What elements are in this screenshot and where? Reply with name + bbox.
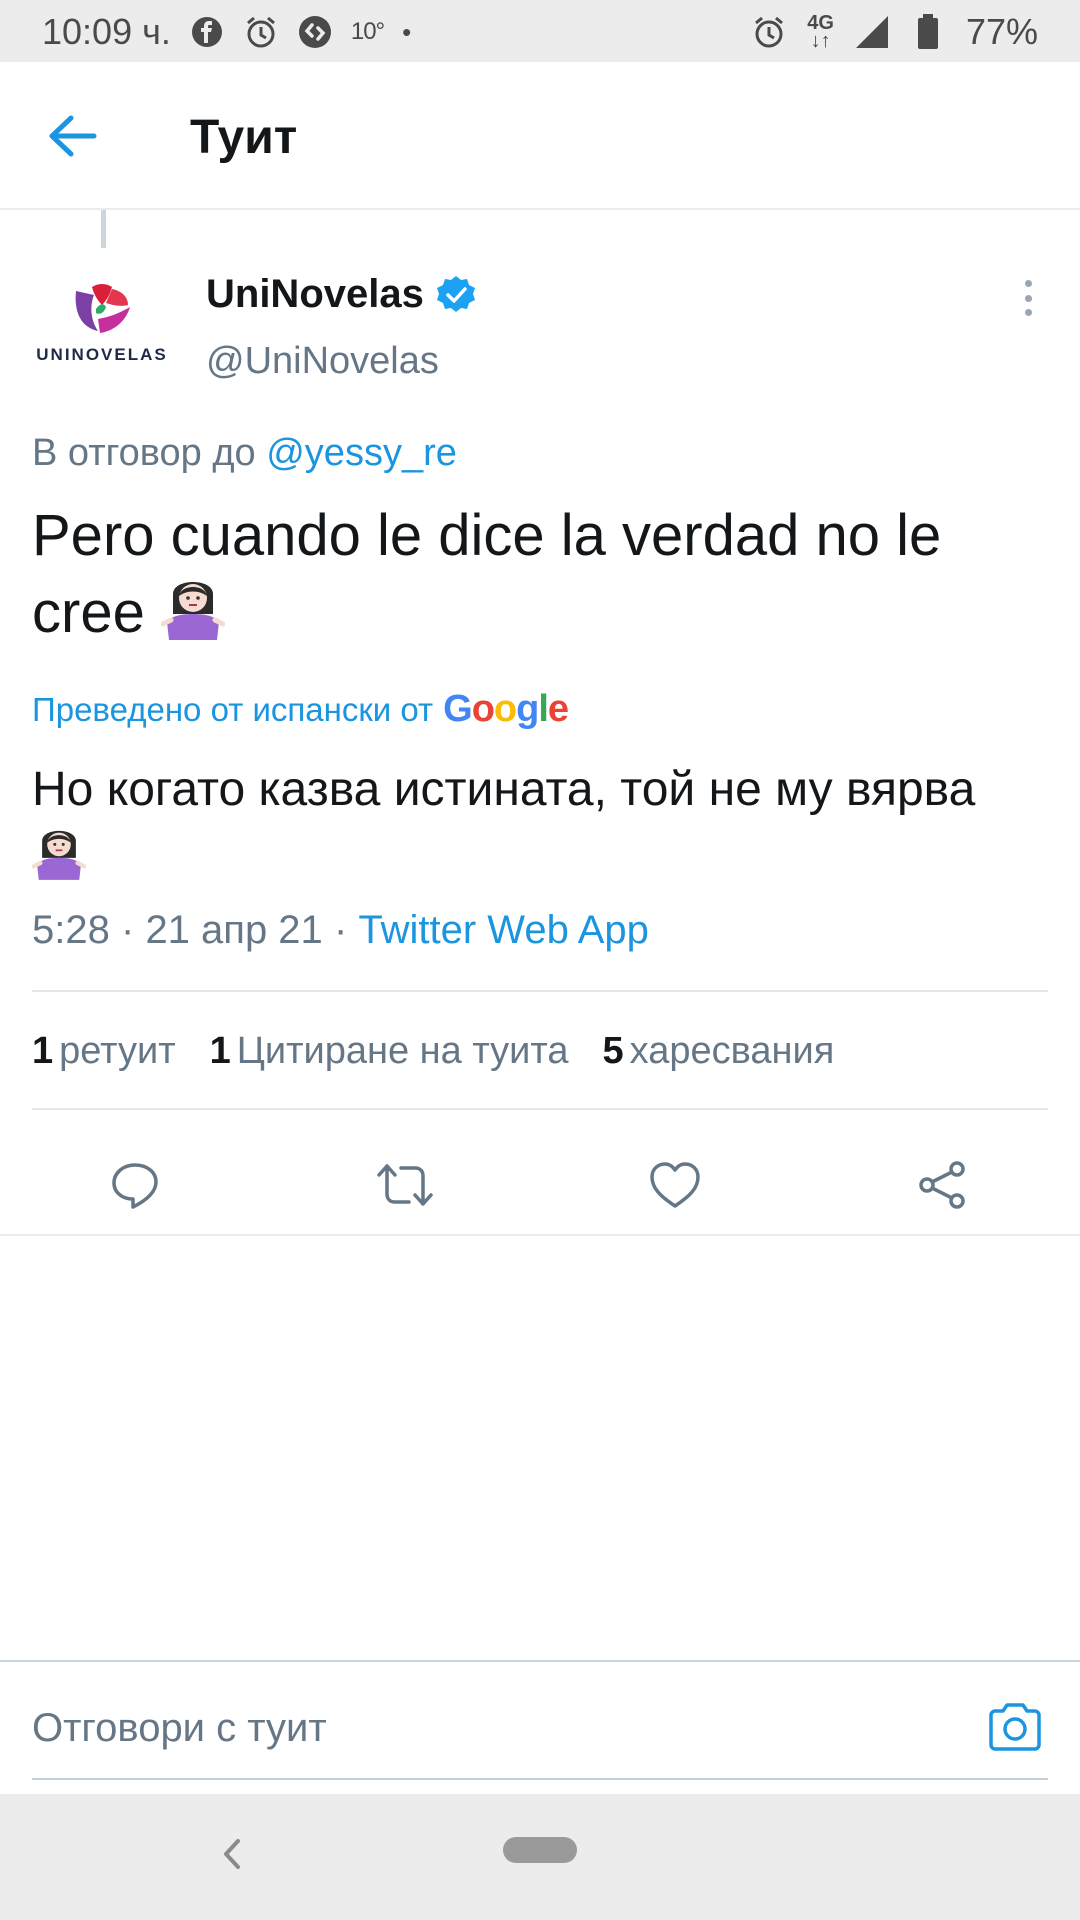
retweet-icon <box>377 1164 433 1206</box>
system-navigation-bar <box>0 1794 1080 1920</box>
weather-temperature: 10° <box>350 18 385 45</box>
share-icon <box>919 1161 965 1209</box>
translation-label[interactable]: Преведено от испански от Google <box>32 688 569 731</box>
tweet-meta: 5:28 · 21 апр 21 · Twitter Web App <box>32 908 649 952</box>
share-button[interactable] <box>898 1140 988 1230</box>
facebook-icon <box>189 14 225 50</box>
back-button[interactable] <box>42 108 102 164</box>
author-display-name: UniNovelas <box>206 272 424 316</box>
tweet-actions <box>0 1140 1080 1230</box>
reply-to-prefix: В отговор до <box>32 432 256 474</box>
camera-icon <box>989 1703 1041 1751</box>
alarm-icon <box>243 14 279 50</box>
woman-shrugging-emoji-icon <box>31 824 87 899</box>
shazam-icon <box>297 14 333 50</box>
notification-dot: • <box>402 16 412 47</box>
translated-by-text: Преведено от испански от <box>32 690 434 728</box>
avatar[interactable]: UNINOVELAS <box>36 268 168 380</box>
reply-to-mention[interactable]: @yessy_re <box>266 432 457 474</box>
tweet-stats: 1 ретуит 1 Цитиране на туита 5 харесвания <box>32 1030 834 1073</box>
camera-button[interactable] <box>986 1698 1044 1756</box>
avatar-logo-text: UNINOVELAS <box>36 345 168 364</box>
nav-back-button[interactable] <box>212 1824 252 1884</box>
author-handle[interactable]: @UniNovelas <box>206 340 439 383</box>
chevron-left-icon <box>224 1839 240 1869</box>
more-options-icon <box>1024 280 1032 287</box>
like-button[interactable] <box>630 1140 720 1230</box>
thread-connector-line <box>101 210 106 248</box>
translation-body: Но когато казва истината, той не му вярв… <box>32 763 976 816</box>
alarm-icon <box>751 14 787 50</box>
app-bar: Туит <box>0 62 1080 210</box>
reply-button[interactable] <box>90 1140 180 1230</box>
divider <box>32 990 1048 992</box>
woman-shrugging-emoji-icon <box>160 574 226 659</box>
quotes-stat[interactable]: 1 Цитиране на туита <box>210 1030 569 1073</box>
reply-context: В отговор до @yessy_re <box>32 432 457 475</box>
tweet-text: Pero cuando le dice la verdad no le cree <box>32 498 1042 659</box>
status-bar: 10:09 ч. 10° • 4G ↓↑ 77% <box>0 0 1080 62</box>
retweets-stat[interactable]: 1 ретуит <box>32 1030 176 1073</box>
reply-composer: Отговори с туит <box>0 1660 1080 1794</box>
uninovelas-logo-icon <box>75 284 130 333</box>
input-underline <box>32 1778 1048 1780</box>
signal-icon <box>854 14 890 50</box>
translated-text: Но когато казва истината, той не му вярв… <box>31 756 1062 899</box>
tweet-date: 21 апр 21 <box>145 908 323 952</box>
divider <box>0 1234 1080 1236</box>
verified-badge-icon <box>436 275 475 312</box>
arrow-left-icon <box>49 115 97 157</box>
status-time: 10:09 ч. <box>42 11 171 52</box>
likes-stat[interactable]: 5 харесвания <box>603 1030 835 1073</box>
tweet-time: 5:28 <box>32 908 110 952</box>
reply-input[interactable]: Отговори с туит <box>32 1706 327 1751</box>
divider <box>32 1108 1048 1110</box>
google-logo-icon: Google <box>443 688 569 730</box>
heart-icon <box>650 1162 700 1208</box>
tweet-source-link[interactable]: Twitter Web App <box>358 908 649 952</box>
page-title: Туит <box>190 111 298 164</box>
retweet-button[interactable] <box>360 1140 450 1230</box>
author-name[interactable]: UniNovelas <box>206 272 476 317</box>
more-options-button[interactable] <box>1010 276 1046 320</box>
nav-home-pill[interactable] <box>503 1837 577 1863</box>
4g-icon: 4G ↓↑ <box>807 12 834 52</box>
battery-icon <box>910 14 946 50</box>
reply-icon <box>112 1163 158 1209</box>
battery-percent: 77% <box>965 11 1038 52</box>
